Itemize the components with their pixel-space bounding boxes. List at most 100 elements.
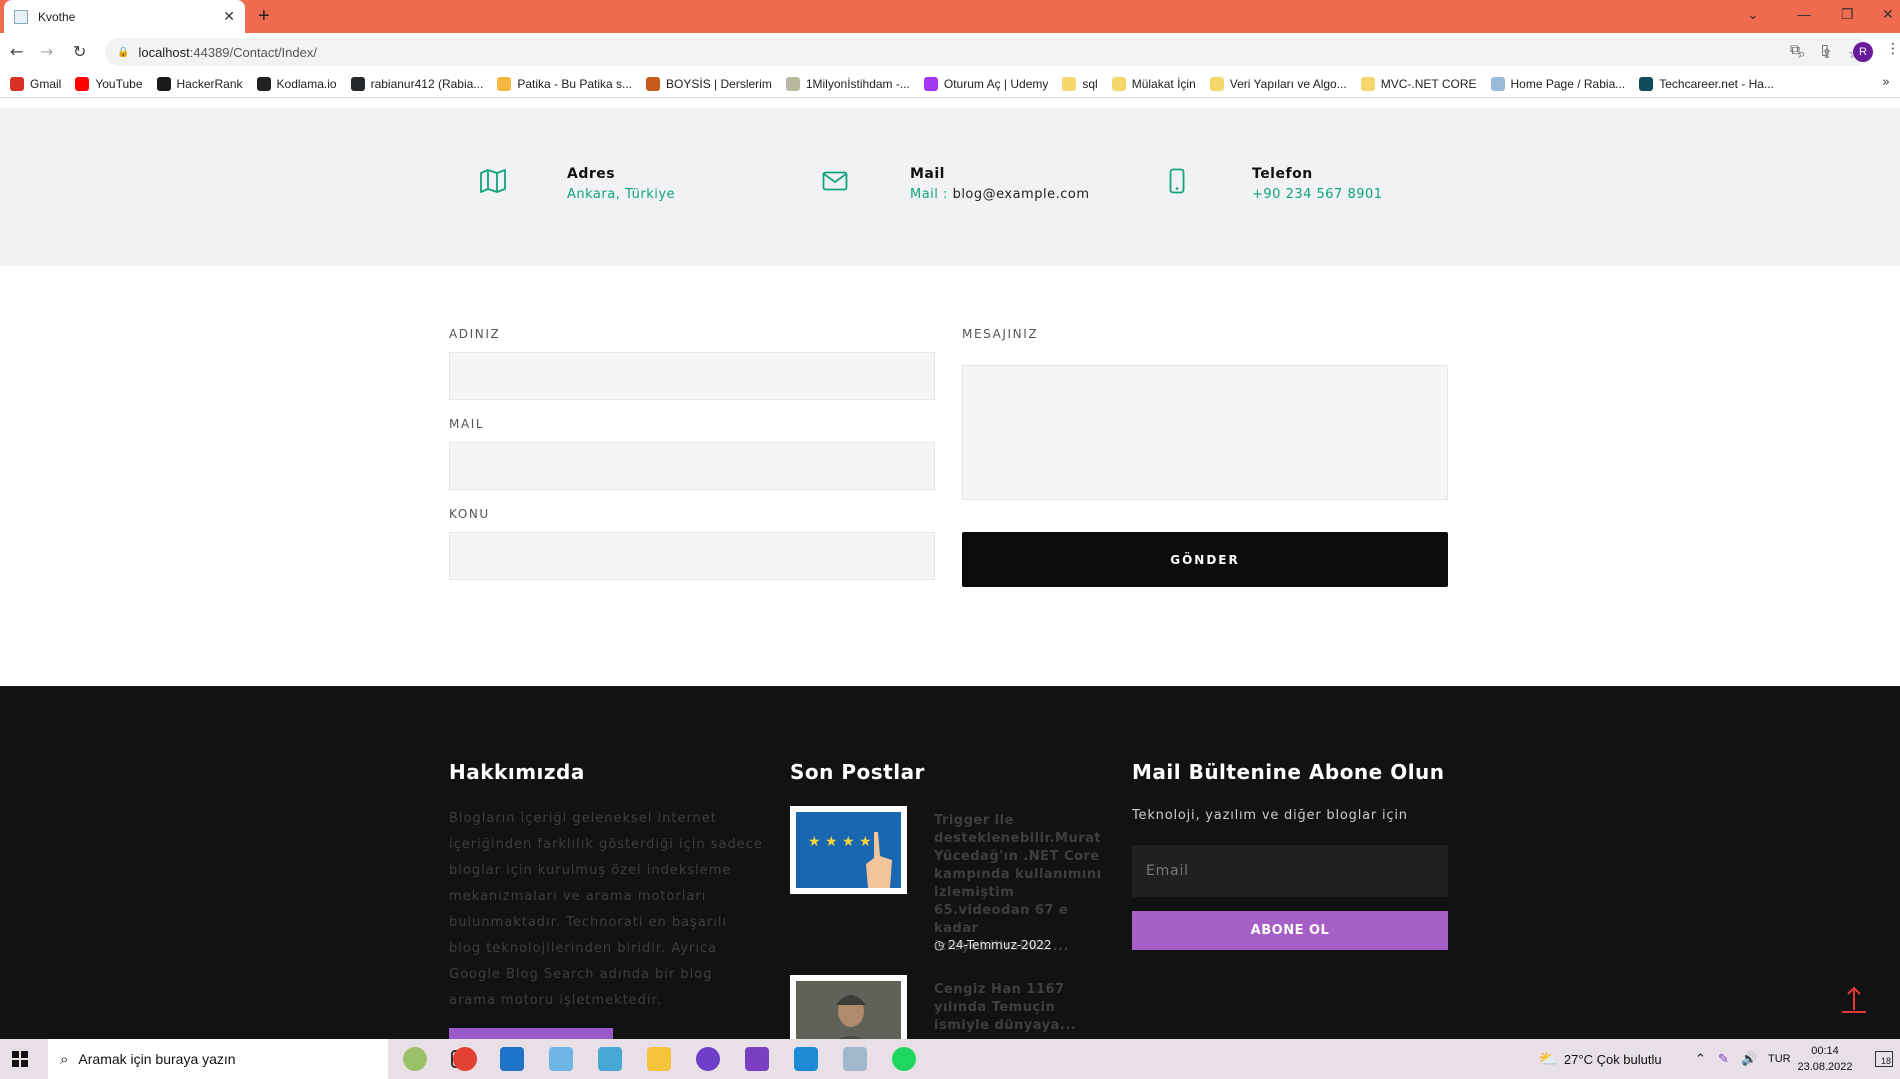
about-text: Blogların içeriği geleneksel internet iç… bbox=[449, 811, 763, 1008]
bookmark-label: Techcareer.net - Ha... bbox=[1659, 76, 1774, 91]
bookmark-favicon-icon bbox=[10, 76, 24, 91]
svg-text:★ ★ ★ ★: ★ ★ ★ ★ bbox=[808, 834, 872, 850]
mail-prefix: Mail : bbox=[910, 187, 953, 202]
windows-start-icon[interactable] bbox=[12, 1051, 28, 1067]
post-thumbnail[interactable]: ★ ★ ★ ★ bbox=[790, 806, 907, 894]
about-title: Hakkımızda bbox=[449, 760, 585, 784]
notepad-icon[interactable] bbox=[843, 1047, 867, 1071]
mail-input[interactable] bbox=[449, 442, 935, 490]
bookmark-label: BOYSİS | Derslerim bbox=[666, 76, 772, 91]
bookmark-item[interactable]: YouTube bbox=[75, 76, 143, 91]
bookmark-item[interactable]: BOYSİS | Derslerim bbox=[646, 76, 772, 91]
tab-search-chevron-down-icon[interactable]: ⌄ bbox=[1747, 6, 1759, 23]
taskbar-clock[interactable]: 00:14 23.08.2022 bbox=[1795, 1043, 1855, 1075]
bookmark-item[interactable]: Patika - Bu Patika s... bbox=[497, 76, 632, 91]
forward-button[interactable]: → bbox=[40, 42, 53, 61]
menu-icon[interactable]: ⋮ bbox=[1886, 41, 1900, 57]
bookmark-favicon-icon bbox=[350, 76, 365, 91]
post-title[interactable]: Trigger ile desteklenebilir.Murat Yüceda… bbox=[934, 812, 1106, 956]
taskbar-search-highlight-icon[interactable] bbox=[403, 1047, 427, 1071]
bookmark-favicon-icon bbox=[497, 76, 512, 91]
close-tab-icon[interactable]: ✕ bbox=[223, 9, 235, 25]
address-title: Adres bbox=[567, 166, 616, 182]
message-label: MESAJINIZ bbox=[962, 327, 1039, 341]
bookmarks-more-button[interactable]: » bbox=[1882, 75, 1890, 90]
address-bar[interactable]: 🔒 localhost:44389/Contact/Index/ ⌕ ⇪ ☆ bbox=[105, 38, 1870, 66]
paint-app-icon[interactable] bbox=[549, 1047, 573, 1071]
message-textarea[interactable] bbox=[962, 365, 1448, 500]
send-button[interactable]: GÖNDER bbox=[962, 532, 1448, 587]
mail-value[interactable]: blog@example.com bbox=[953, 187, 1090, 202]
post-title[interactable]: Cengiz Han 1167 yılında Temuçin ismiyle … bbox=[934, 981, 1106, 1035]
language-indicator[interactable]: TUR bbox=[1768, 1039, 1791, 1079]
map-icon bbox=[478, 166, 508, 196]
notification-center-icon[interactable]: 18 bbox=[1875, 1051, 1893, 1067]
visual-studio-icon[interactable] bbox=[745, 1047, 769, 1071]
bookmark-label: Home Page / Rabia... bbox=[1510, 76, 1626, 91]
bookmark-item[interactable]: rabianur412 (Rabia... bbox=[350, 76, 483, 91]
bookmark-item[interactable]: Kodlama.io bbox=[256, 76, 337, 91]
bookmark-item[interactable]: Techcareer.net - Ha... bbox=[1639, 76, 1774, 91]
file-explorer-icon[interactable] bbox=[647, 1047, 671, 1071]
warrior-image bbox=[796, 981, 901, 1039]
new-tab-button[interactable]: + bbox=[258, 5, 270, 28]
bookmarks-bar: Gmail YouTube HackerRank Kodlama.io rabianur… bbox=[0, 70, 1900, 98]
back-button[interactable]: ← bbox=[10, 42, 23, 61]
bookmark-favicon-icon bbox=[1639, 76, 1654, 91]
bookmark-item[interactable]: HackerRank bbox=[156, 76, 243, 91]
bookmark-label: Oturum Aç | Udemy bbox=[943, 76, 1049, 91]
post-item[interactable]: Cengiz Han 1167 yılında Temuçin ismiyle … bbox=[790, 975, 1110, 1039]
tab-title: Kvothe bbox=[38, 9, 76, 24]
phone-title: Telefon bbox=[1252, 166, 1313, 182]
newsletter-email-input[interactable]: Email bbox=[1132, 845, 1448, 897]
bookmark-favicon-icon bbox=[256, 76, 271, 91]
bookmark-favicon-icon bbox=[1209, 76, 1224, 91]
spotify-icon[interactable] bbox=[892, 1047, 916, 1071]
url-host: localhost bbox=[138, 44, 190, 60]
bookmark-label: Mülakat İçin bbox=[1131, 76, 1196, 91]
github-desktop-icon[interactable] bbox=[696, 1047, 720, 1071]
subject-label: KONU bbox=[449, 507, 490, 521]
browser-tab[interactable]: Kvothe ✕ bbox=[4, 0, 245, 33]
bookmark-item[interactable]: 1Milyonİstihdam -... bbox=[785, 76, 910, 91]
snipping-tool-icon[interactable] bbox=[598, 1047, 622, 1071]
weather-widget[interactable]: ⛅ 27°C Çok bulutlu bbox=[1538, 1039, 1662, 1079]
bookmark-item[interactable]: Home Page / Rabia... bbox=[1490, 76, 1626, 91]
bookmark-item[interactable]: sql bbox=[1062, 76, 1098, 91]
taskbar-search-placeholder: Aramak için buraya yazın bbox=[78, 1051, 236, 1067]
recent-posts-title: Son Postlar bbox=[790, 760, 925, 784]
bookmark-favicon-icon bbox=[923, 76, 938, 91]
vscode-icon[interactable] bbox=[794, 1047, 818, 1071]
side-panel-icon[interactable]: ▯ bbox=[1821, 42, 1829, 58]
show-hidden-icons-chevron-up-icon[interactable]: ⌃ bbox=[1695, 1039, 1706, 1079]
mail-app-icon[interactable] bbox=[500, 1047, 524, 1071]
taskbar-search-box[interactable]: ⌕ Aramak için buraya yazın bbox=[48, 1039, 388, 1079]
volume-icon[interactable]: 🔊 bbox=[1741, 1039, 1757, 1079]
bookmark-item[interactable]: Veri Yapıları ve Algo... bbox=[1209, 76, 1347, 91]
pen-icon[interactable]: ✎ bbox=[1718, 1039, 1729, 1079]
profile-avatar[interactable]: R bbox=[1853, 42, 1873, 62]
bookmark-label: YouTube bbox=[95, 76, 143, 91]
name-input[interactable] bbox=[449, 352, 935, 400]
post-thumbnail[interactable] bbox=[790, 975, 907, 1039]
envelope-icon bbox=[820, 166, 850, 196]
close-window-button[interactable]: ✕ bbox=[1882, 6, 1894, 23]
newsletter-title: Mail Bültenine Abone Olun bbox=[1132, 760, 1445, 784]
subscribe-button[interactable]: ABONE OL bbox=[1132, 911, 1448, 950]
minimize-button[interactable]: — bbox=[1797, 6, 1811, 22]
bookmark-favicon-icon bbox=[1360, 76, 1375, 91]
bookmark-item[interactable]: Oturum Aç | Udemy bbox=[923, 76, 1049, 91]
subject-input[interactable] bbox=[449, 532, 935, 580]
bookmark-label: HackerRank bbox=[176, 76, 243, 91]
extensions-icon[interactable]: ⧉ bbox=[1790, 42, 1800, 58]
notification-count: 18 bbox=[1880, 1056, 1891, 1066]
restore-button[interactable]: ❐ bbox=[1841, 6, 1854, 23]
post-item[interactable]: ★ ★ ★ ★ Trigger ile desteklenebilir.Mura… bbox=[790, 806, 1110, 956]
reload-button[interactable]: ↻ bbox=[73, 42, 86, 61]
chrome-icon[interactable] bbox=[453, 1047, 477, 1071]
scroll-to-top-arrow-icon[interactable] bbox=[1840, 984, 1868, 1016]
bookmark-item[interactable]: MVC-.NET CORE bbox=[1360, 76, 1477, 91]
bookmark-item[interactable]: Gmail bbox=[10, 76, 61, 91]
bookmark-item[interactable]: Mülakat İçin bbox=[1111, 76, 1196, 91]
tab-favicon-icon bbox=[14, 9, 28, 24]
